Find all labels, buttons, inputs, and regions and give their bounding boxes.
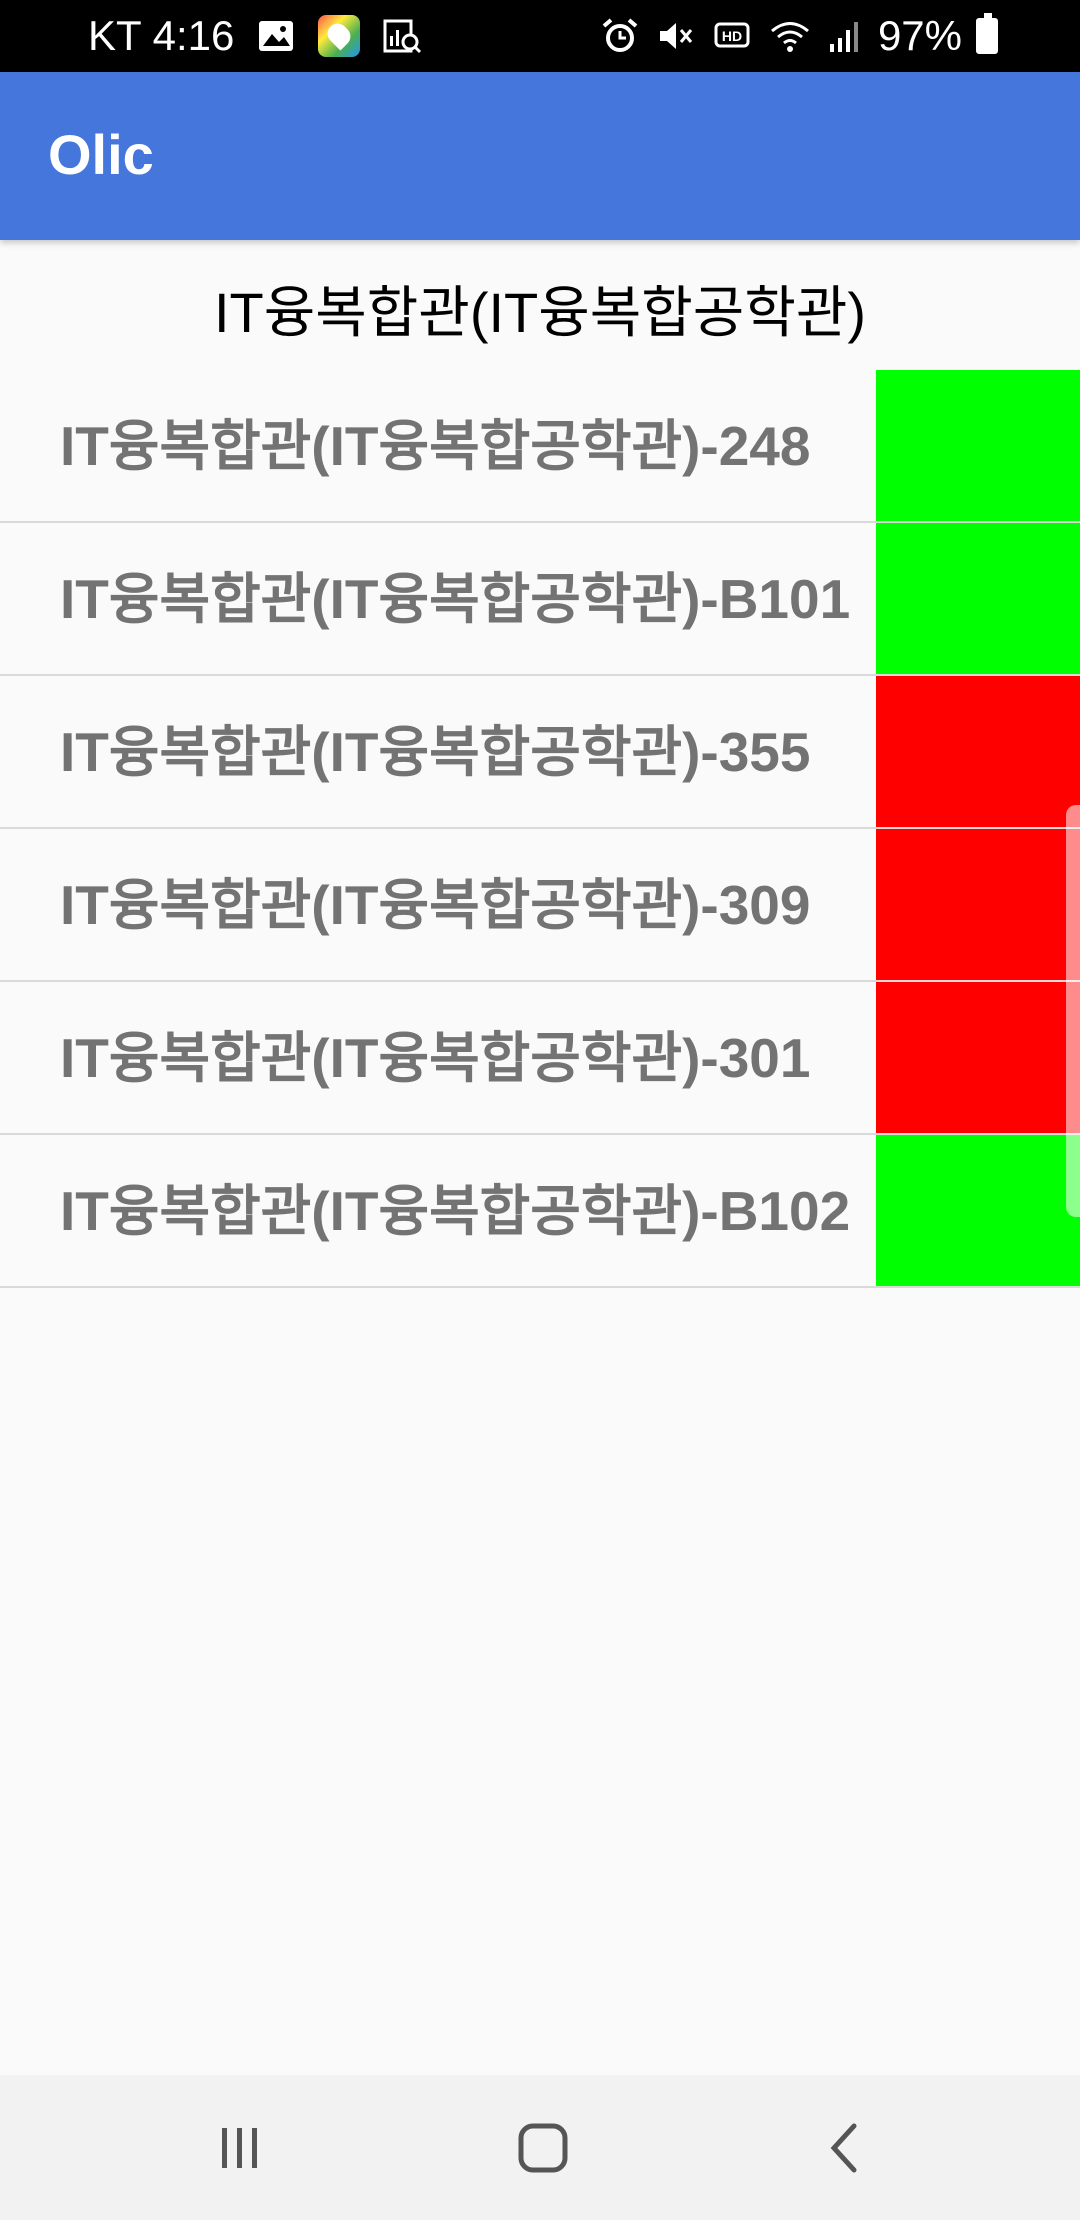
alarm-icon (602, 18, 638, 52)
home-icon (518, 2123, 568, 2172)
list-item[interactable]: IT융복합관(IT융복합공학관)-248 (0, 370, 1080, 523)
recent-apps-icon (222, 2127, 257, 2168)
list-item[interactable]: IT융복합관(IT융복합공학관)-309 (0, 829, 1080, 982)
room-status-indicator (876, 370, 1080, 521)
app-title: Olic (48, 123, 154, 186)
app-bar: Olic (0, 72, 1080, 240)
room-name: IT융복합관(IT융복합공학관)-301 (60, 1026, 811, 1089)
carrier-time: KT 4:16 (88, 12, 235, 59)
wifi-icon (770, 22, 809, 52)
room-name: IT융복합관(IT융복합공학관)-309 (60, 873, 811, 936)
room-list: IT융복합관(IT융복합공학관)-248 IT융복합관(IT융복합공학관)-B1… (0, 370, 1080, 1288)
list-item[interactable]: IT융복합관(IT융복합공학관)-B102 (0, 1135, 1080, 1288)
room-name: IT융복합관(IT융복합공학관)-355 (60, 720, 811, 783)
nav-bar (0, 2075, 1080, 2220)
building-title: IT융복합관(IT융복합공학관) (213, 281, 867, 344)
room-status-indicator (876, 1135, 1080, 1286)
mute-icon (659, 23, 693, 49)
battery-icon (976, 13, 998, 54)
signal-icon (829, 22, 858, 52)
analytics-icon (383, 19, 422, 54)
status-bar: KT 4:16 HD 97% (0, 0, 1080, 72)
room-status-indicator (876, 829, 1080, 980)
hd-voice-icon: HD (714, 22, 750, 48)
room-status-indicator (876, 523, 1080, 674)
list-item[interactable]: IT융복합관(IT융복합공학관)-355 (0, 676, 1080, 829)
room-name: IT융복합관(IT융복합공학관)-B101 (60, 567, 851, 630)
recent-apps-button[interactable] (160, 2075, 320, 2220)
svg-text:HD: HD (722, 28, 742, 44)
battery-percent: 97% (877, 12, 962, 59)
room-status-indicator (876, 676, 1080, 827)
room-status-indicator (876, 982, 1080, 1133)
list-item[interactable]: IT융복합관(IT융복합공학관)-B101 (0, 523, 1080, 676)
list-item[interactable]: IT융복합관(IT융복합공학관)-301 (0, 982, 1080, 1135)
map-app-icon (318, 15, 361, 57)
back-button[interactable] (766, 2075, 926, 2220)
gallery-icon (259, 21, 294, 51)
back-icon (830, 2123, 857, 2172)
home-button[interactable] (463, 2075, 623, 2220)
room-name: IT융복합관(IT융복합공학관)-B102 (60, 1179, 851, 1242)
room-name: IT융복합관(IT융복합공학관)-248 (60, 414, 811, 477)
scroll-handle[interactable] (1066, 805, 1080, 1217)
